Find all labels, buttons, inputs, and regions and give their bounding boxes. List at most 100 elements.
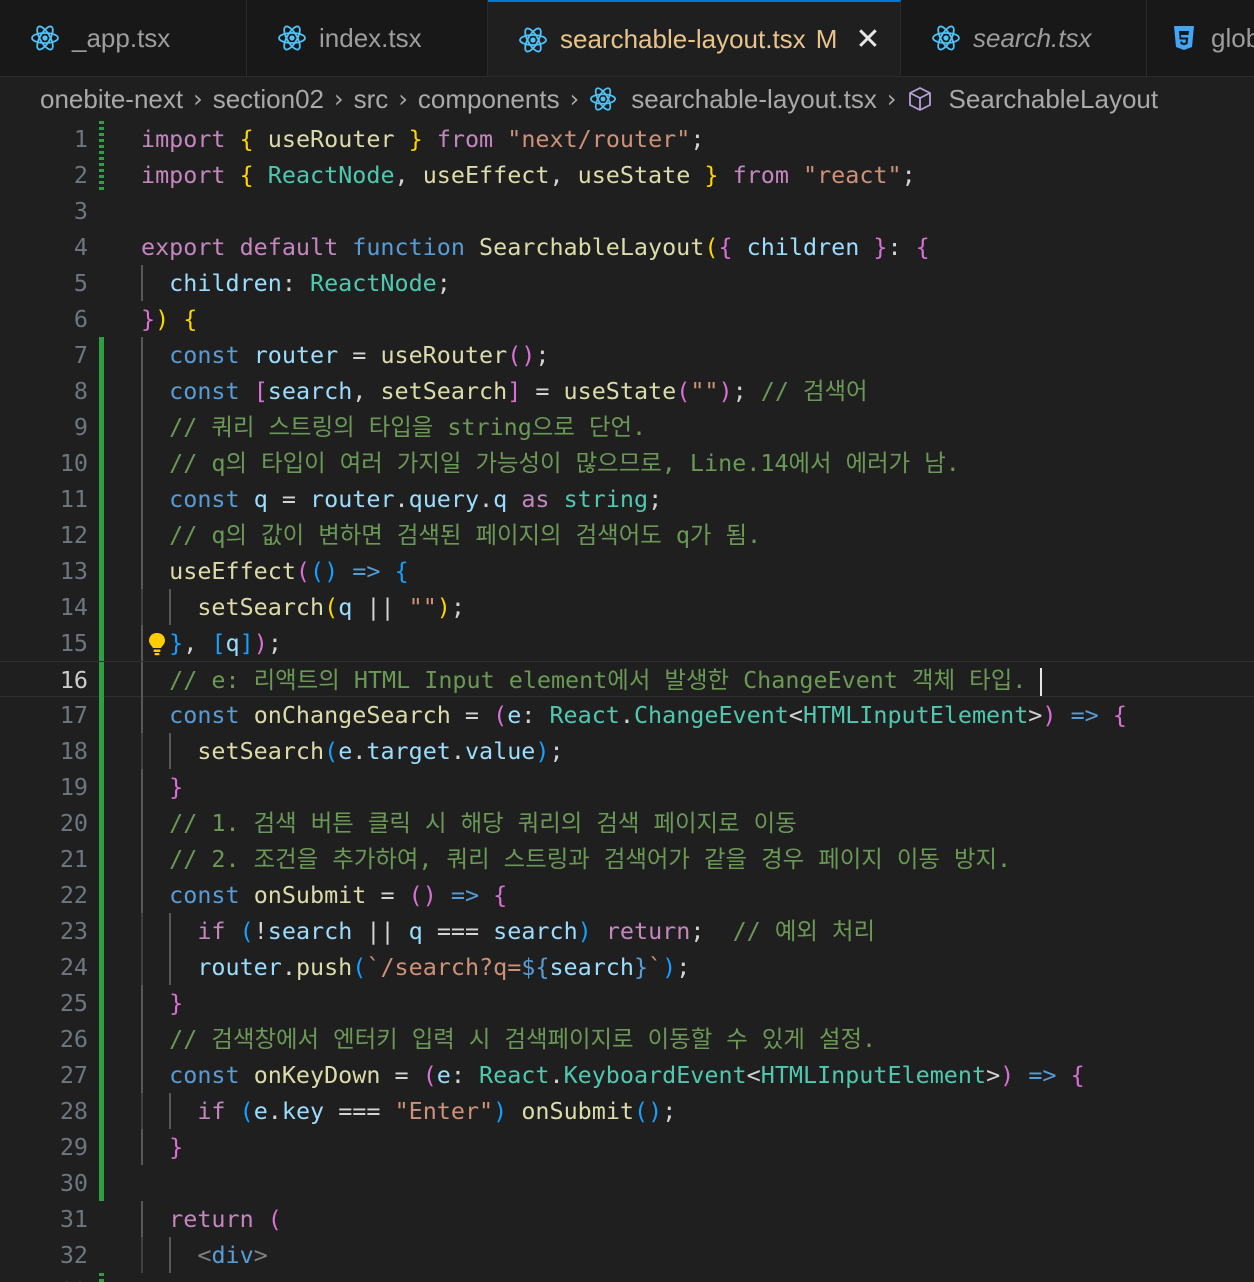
git-added-marker[interactable] (99, 589, 104, 625)
code-line[interactable]: 16 // e: 리액트의 HTML Input element에서 발생한 C… (0, 661, 1254, 698)
code-editor[interactable]: 1 import { useRouter } from "next/router"… (0, 121, 1254, 1282)
code-line[interactable]: 21 // 2. 조건을 추가하여, 쿼리 스트링과 검색어가 같을 경우 페이… (0, 841, 1254, 877)
breadcrumb-item[interactable]: src (354, 84, 389, 115)
code-line[interactable]: 31 return ( (0, 1201, 1254, 1237)
line-number: 9 (73, 413, 88, 441)
text-cursor (1040, 667, 1043, 696)
code-line[interactable]: 1 import { useRouter } from "next/router"… (0, 121, 1254, 157)
breadcrumb-item[interactable]: SearchableLayout (948, 84, 1158, 115)
code-line[interactable]: 17 const onChangeSearch = (e: React.Chan… (0, 697, 1254, 733)
git-added-marker[interactable] (99, 1129, 104, 1165)
line-number: 26 (59, 1025, 88, 1053)
git-added-marker[interactable] (99, 913, 104, 949)
line-number: 11 (59, 485, 88, 513)
code-line[interactable]: 24 router.push(`/search?q=${search}`); (0, 949, 1254, 985)
code-line[interactable]: 5 children: ReactNode; (0, 265, 1254, 301)
tab-label: _app.tsx (72, 22, 171, 53)
code-line[interactable]: 29 } (0, 1129, 1254, 1165)
git-added-marker[interactable] (99, 769, 104, 805)
git-added-marker[interactable] (99, 733, 104, 769)
git-added-marker[interactable] (99, 1021, 104, 1057)
git-added-marker[interactable] (99, 481, 104, 517)
cube-icon (906, 85, 934, 113)
git-modified-marker[interactable] (99, 121, 104, 157)
code-line[interactable]: 4 export default function SearchableLayou… (0, 229, 1254, 265)
git-added-marker[interactable] (99, 949, 104, 985)
code-line[interactable]: 26 // 검색창에서 엔터키 입력 시 검색페이지로 이동할 수 있게 설정. (0, 1021, 1254, 1057)
lightbulb-icon[interactable] (146, 631, 168, 657)
git-added-marker[interactable] (99, 662, 104, 698)
react-icon (518, 25, 548, 55)
git-added-marker[interactable] (99, 1093, 104, 1129)
code-line[interactable]: 27 const onKeyDown = (e: React.KeyboardE… (0, 1057, 1254, 1093)
git-added-marker[interactable] (99, 337, 104, 373)
git-added-marker[interactable] (99, 841, 104, 877)
git-added-marker[interactable] (99, 877, 104, 913)
react-icon (931, 23, 961, 53)
react-icon (30, 23, 60, 53)
code-line[interactable]: 9 // 쿼리 스트링의 타입을 string으로 단언. (0, 409, 1254, 445)
tab-glob-css[interactable]: glob (1147, 0, 1254, 76)
line-number: 23 (59, 917, 88, 945)
line-number: 6 (73, 305, 88, 333)
code-line[interactable]: 7 const router = useRouter(); (0, 337, 1254, 373)
code-line[interactable]: 18 setSearch(e.target.value); (0, 733, 1254, 769)
line-number: 20 (59, 809, 88, 837)
code-line[interactable]: 30 (0, 1165, 1254, 1201)
code-line[interactable]: 15 }, [q]); (0, 625, 1254, 661)
code-line[interactable]: 13 useEffect(() => { (0, 553, 1254, 589)
git-modified-marker[interactable] (99, 157, 104, 193)
code-line[interactable]: 33 (0, 1273, 1254, 1282)
code-line[interactable]: 20 // 1. 검색 버튼 클릭 시 해당 쿼리의 검색 페이지로 이동 (0, 805, 1254, 841)
code-text: } (169, 773, 184, 801)
code-line[interactable]: 28 if (e.key === "Enter") onSubmit(); (0, 1093, 1254, 1129)
git-added-marker[interactable] (99, 409, 104, 445)
line-number: 12 (59, 521, 88, 549)
tab-app-tsx[interactable]: _app.tsx (0, 0, 247, 76)
git-added-marker[interactable] (99, 373, 104, 409)
git-added-marker[interactable] (99, 985, 104, 1021)
code-line[interactable]: 2 import { ReactNode, useEffect, useState… (0, 157, 1254, 193)
git-added-marker[interactable] (99, 697, 104, 733)
code-line[interactable]: 14 setSearch(q || ""); (0, 589, 1254, 625)
breadcrumb-item[interactable]: searchable-layout.tsx (631, 84, 877, 115)
css-icon (1169, 23, 1199, 53)
breadcrumb-item[interactable]: components (418, 84, 560, 115)
code-line[interactable]: 3 (0, 193, 1254, 229)
line-number: 29 (59, 1133, 88, 1161)
code-line[interactable]: 10 // q의 타입이 여러 가지일 가능성이 많으므로, Line.14에서… (0, 445, 1254, 481)
code-text: } (169, 1133, 184, 1161)
git-added-marker[interactable] (99, 517, 104, 553)
breadcrumb-item[interactable]: section02 (213, 84, 324, 115)
git-added-marker[interactable] (99, 553, 104, 589)
code-line[interactable]: 8 const [search, setSearch] = useState("… (0, 373, 1254, 409)
code-line[interactable]: 25 } (0, 985, 1254, 1021)
git-added-marker[interactable] (99, 805, 104, 841)
git-modified-marker[interactable] (99, 1273, 104, 1282)
tab-index-tsx[interactable]: index.tsx (247, 0, 488, 76)
code-line[interactable]: 22 const onSubmit = () => { (0, 877, 1254, 913)
close-icon[interactable]: ✕ (855, 24, 880, 55)
line-number: 30 (59, 1169, 88, 1197)
git-added-marker[interactable] (99, 625, 104, 661)
git-added-marker[interactable] (99, 1057, 104, 1093)
tab-label: search.tsx (973, 22, 1092, 53)
code-line[interactable]: 6}) { (0, 301, 1254, 337)
line-number: 13 (59, 557, 88, 585)
git-added-marker[interactable] (99, 445, 104, 481)
code-text: // 검색창에서 엔터키 입력 시 검색페이지로 이동할 수 있게 설정. (169, 1025, 877, 1053)
code-line[interactable]: 32 <div> (0, 1237, 1254, 1273)
code-text: // 쿼리 스트링의 타입을 string으로 단언. (169, 413, 647, 441)
line-number: 4 (73, 233, 88, 261)
tab-search-tsx[interactable]: search.tsx (901, 0, 1147, 76)
code-line[interactable]: 23 if (!search || q === search) return; … (0, 913, 1254, 949)
code-line[interactable]: 12 // q의 값이 변하면 검색된 페이지의 검색어도 q가 됨. (0, 517, 1254, 553)
tab-searchable-layout-tsx[interactable]: searchable-layout.tsx M ✕ (488, 0, 901, 76)
git-added-marker[interactable] (99, 1165, 104, 1201)
code-line[interactable]: 19 } (0, 769, 1254, 805)
line-number: 10 (59, 449, 88, 477)
breadcrumb-item[interactable]: onebite-next (40, 84, 183, 115)
code-line[interactable]: 11 const q = router.query.q as string; (0, 481, 1254, 517)
line-number: 24 (59, 953, 88, 981)
chevron-right-icon: › (334, 85, 344, 113)
